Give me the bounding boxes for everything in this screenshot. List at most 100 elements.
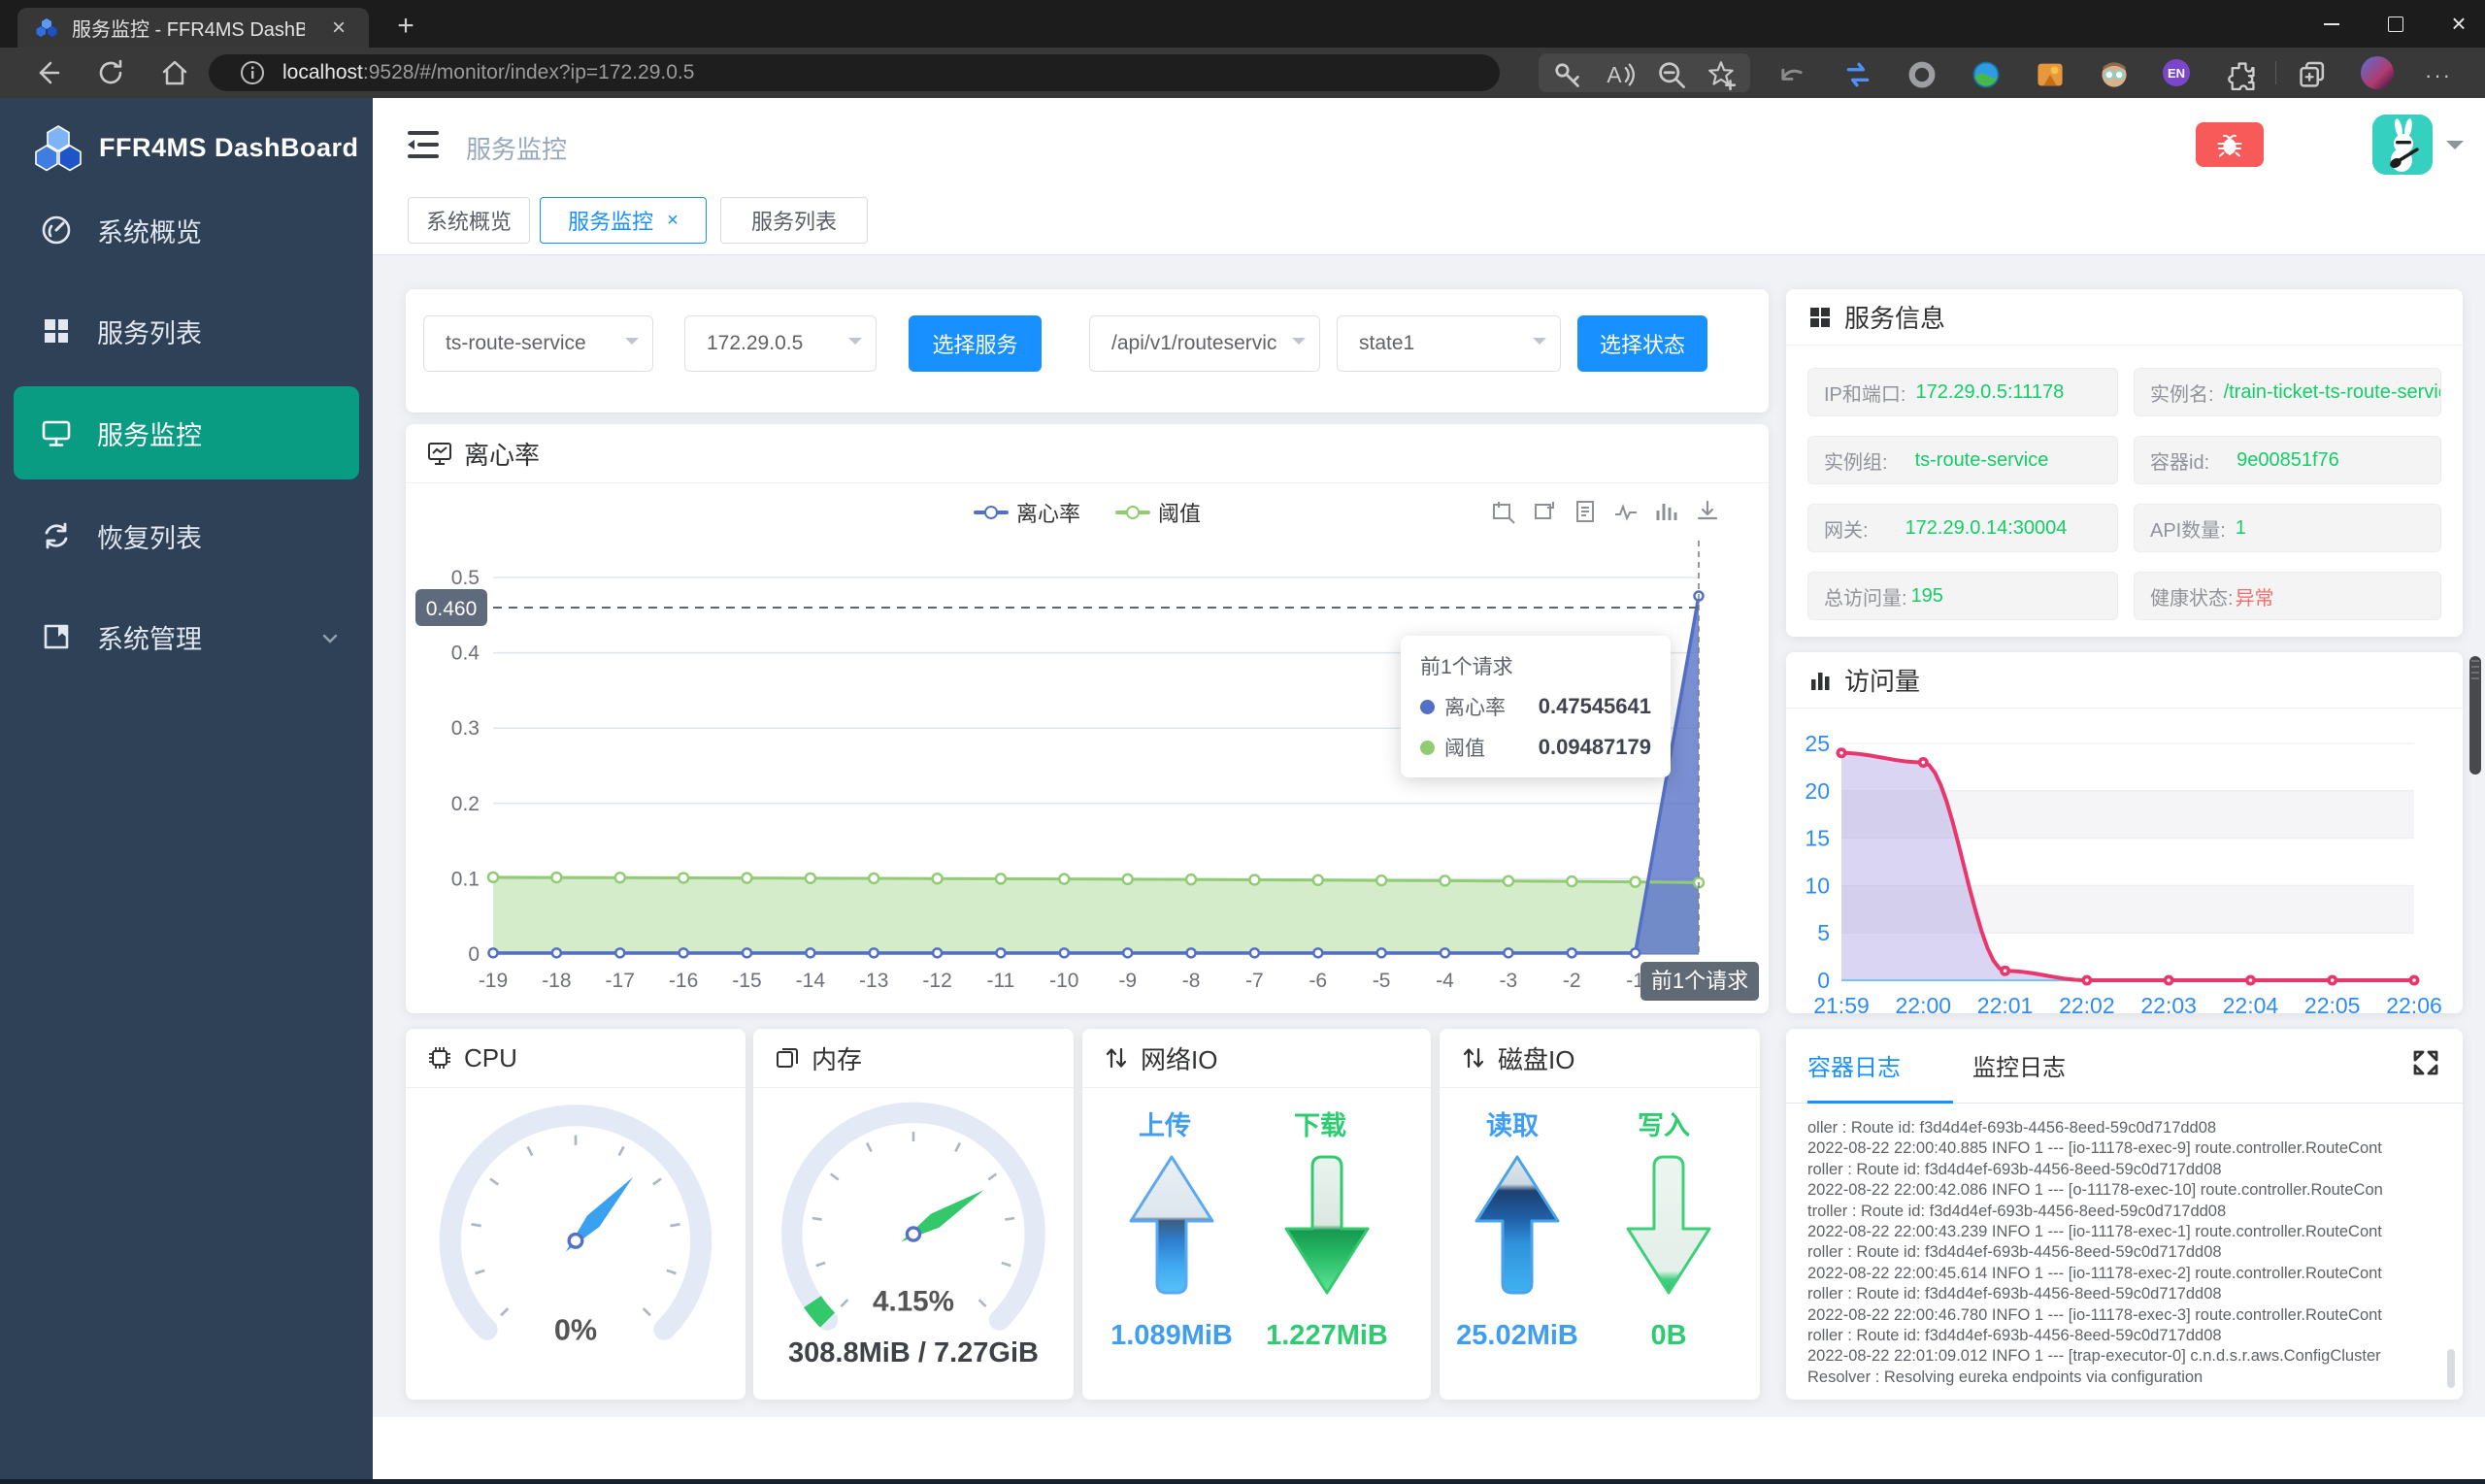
zoom-out-icon[interactable]: [1656, 59, 1687, 90]
page-scrollbar-thumb[interactable]: [2469, 656, 2481, 775]
orange-book-extension-icon[interactable]: [2035, 59, 2066, 90]
svg-text:-16: -16: [669, 970, 698, 992]
svg-text:22:05: 22:05: [2304, 993, 2361, 1013]
log-output[interactable]: oller : Route id: f3d4d4ef-693b-4456-8ee…: [1807, 1118, 2431, 1388]
state-select[interactable]: state1: [1337, 315, 1561, 372]
info-instance-group: 实例组: ts-route-service: [1807, 436, 2118, 484]
rabbit-avatar-icon: [2372, 115, 2433, 175]
toolbar-more-icon[interactable]: ···: [2425, 63, 2452, 88]
breadcrumb[interactable]: 服务监控: [466, 130, 567, 166]
sidebar-toggle-icon[interactable]: [406, 128, 441, 161]
svg-text:-13: -13: [859, 970, 888, 992]
chevron-down-icon: [625, 338, 639, 351]
card-title: 磁盘IO: [1498, 1044, 1575, 1074]
window-close-button[interactable]: ×: [2430, 0, 2485, 48]
avatar-caret-icon[interactable]: [2446, 141, 2464, 158]
svg-text:-12: -12: [922, 970, 951, 992]
window-minimize-button[interactable]: [2303, 0, 2361, 48]
home-icon[interactable]: [159, 57, 190, 88]
sidebar: FFR4MS DashBoard 系统概览 服务列表 服务监控 恢复列表 系统管…: [0, 98, 373, 1484]
password-key-icon[interactable]: [1551, 59, 1582, 90]
extensions-puzzle-icon[interactable]: [2227, 59, 2258, 90]
refresh-icon[interactable]: [95, 57, 126, 88]
instance-ip-select[interactable]: 172.29.0.5: [684, 315, 877, 372]
tag-overview[interactable]: 系统概览: [408, 197, 530, 244]
site-info-icon[interactable]: [240, 60, 265, 85]
select-state-button[interactable]: 选择状态: [1577, 315, 1707, 372]
legend-item[interactable]: 阈值: [1115, 497, 1201, 528]
window-maximize-button[interactable]: [2367, 0, 2425, 48]
sidebar-item-overview[interactable]: 系统概览: [0, 183, 373, 277]
svg-text:-10: -10: [1049, 970, 1078, 992]
expand-icon[interactable]: [2411, 1048, 2440, 1077]
visits-plot[interactable]: 0 5 10 15 20 25 21:59 22:00 22:01 22:02 22:03 22:04…: [1786, 708, 2463, 1013]
new-tab-button[interactable]: +: [386, 8, 425, 47]
chart-board-icon: [428, 443, 451, 465]
chevron-down-icon: [322, 634, 338, 643]
svg-text:-6: -6: [1309, 970, 1327, 992]
tab-close-icon[interactable]: ×: [332, 15, 346, 42]
card-title: 离心率: [464, 440, 541, 470]
ring-extension-icon[interactable]: [1906, 59, 1938, 90]
legend-item[interactable]: 离心率: [973, 497, 1080, 528]
svg-text:-2: -2: [1563, 970, 1581, 992]
globe-extension-icon[interactable]: [1971, 59, 2002, 90]
content-bottom-fill: [373, 1417, 2485, 1479]
sidebar-item-service-list[interactable]: 服务列表: [0, 284, 373, 378]
select-service-button[interactable]: 选择服务: [909, 315, 1042, 372]
upload-value: 1.089MiB: [1110, 1320, 1233, 1351]
brand: FFR4MS DashBoard: [0, 114, 373, 181]
error-bug-button[interactable]: [2196, 122, 2264, 167]
sidebar-item-label: 服务列表: [97, 318, 202, 348]
browser-window: 服务监控 - FFR4MS DashBoard × + × localhost:…: [0, 0, 2485, 1484]
svg-text:22:00: 22:00: [1896, 993, 1952, 1013]
log-line: 2022-08-22 22:00:43.239 INFO 1 --- [io-1…: [1807, 1223, 2382, 1241]
tab-container-logs[interactable]: 容器日志: [1807, 1048, 1901, 1082]
write-arrow-icon: [1626, 1155, 1711, 1295]
sidebar-item-service-monitor[interactable]: 服务监控: [14, 386, 359, 479]
tab-monitor-logs[interactable]: 监控日志: [1972, 1048, 2066, 1082]
chevron-down-icon: [848, 338, 862, 351]
svg-text:15: 15: [1805, 826, 1830, 851]
sidebar-item-system-admin[interactable]: 系统管理: [0, 590, 373, 683]
svg-text:22:02: 22:02: [2059, 993, 2115, 1013]
svg-text:22:04: 22:04: [2223, 993, 2279, 1013]
data-view-icon[interactable]: [1573, 499, 1598, 524]
url-host: localhost: [282, 61, 363, 83]
undo-extension-icon[interactable]: [1776, 60, 1807, 91]
user-avatar[interactable]: [2372, 115, 2433, 175]
profile-avatar[interactable]: [2361, 56, 2394, 89]
read-value: 25.02MiB: [1456, 1320, 1578, 1351]
browser-tab[interactable]: 服务监控 - FFR4MS DashBoard ×: [17, 8, 369, 48]
restore-icon[interactable]: [1532, 499, 1557, 524]
bars-icon: [1811, 672, 1830, 690]
tag-service-monitor[interactable]: 服务监控 ×: [540, 197, 707, 244]
line-chart-icon[interactable]: [1613, 499, 1639, 524]
tag-close-icon[interactable]: ×: [667, 210, 679, 232]
log-line: 2022-08-22 22:00:45.614 INFO 1 --- [io-1…: [1807, 1264, 2382, 1282]
api-select[interactable]: /api/v1/routeservic: [1089, 315, 1320, 372]
svg-text:25: 25: [1805, 731, 1830, 756]
swap-arrows-extension-icon[interactable]: [1842, 59, 1873, 90]
download-icon[interactable]: [1695, 499, 1720, 524]
zoom-box-icon[interactable]: [1491, 499, 1516, 524]
back-icon[interactable]: [31, 57, 62, 88]
favorite-star-icon[interactable]: [1706, 59, 1738, 90]
translate-en-extension-icon[interactable]: EN: [2163, 59, 2190, 86]
service-select[interactable]: ts-route-service: [423, 315, 653, 372]
url-bar[interactable]: localhost:9528/#/monitor/index?ip=172.29…: [209, 54, 1500, 91]
log-scrollbar-thumb[interactable]: [2447, 1349, 2455, 1388]
sidebar-item-recovery-list[interactable]: 恢复列表: [0, 489, 373, 582]
collections-copy-icon[interactable]: [2297, 59, 2328, 90]
window-bottom-edge: [0, 1479, 2485, 1484]
bar-chart-icon[interactable]: [1654, 499, 1679, 524]
svg-text:-19: -19: [479, 970, 508, 992]
sidebar-item-label: 恢复列表: [97, 523, 202, 553]
svg-text:-14: -14: [796, 970, 826, 992]
service-info-card: 服务信息 IP和端口: 172.29.0.5:11178 实例名:/train-t…: [1786, 289, 2463, 637]
eccentricity-chart: 离心率 阈值 0 0.1 0.2 0.3 0.4 0.5 0.460 -19 -18 -17 -16…: [406, 485, 1769, 1013]
tag-service-list[interactable]: 服务列表: [720, 197, 868, 244]
series-dot-icon: [1420, 740, 1435, 755]
read-aloud-icon[interactable]: A: [1604, 59, 1635, 90]
face-extension-icon[interactable]: [2099, 59, 2130, 90]
